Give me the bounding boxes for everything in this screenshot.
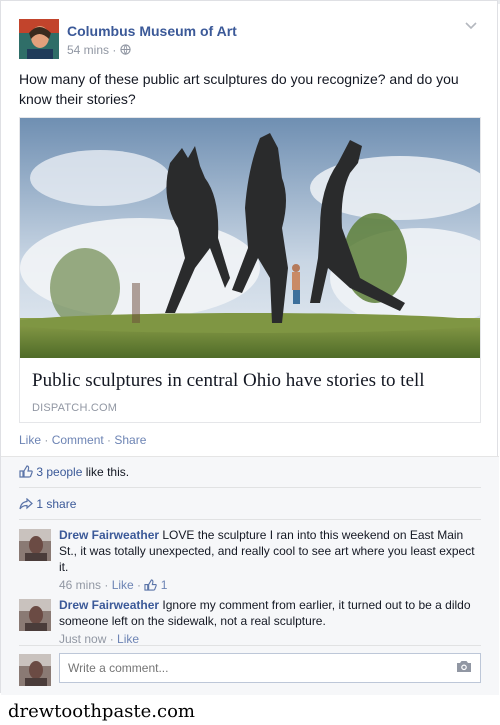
comment-author[interactable]: Drew Fairweather — [59, 528, 159, 542]
chevron-down-icon[interactable] — [465, 19, 477, 33]
comment-meta: 46 mins · Like · 1 — [59, 578, 168, 592]
comment-link[interactable]: Comment — [52, 433, 104, 447]
post-text: How many of these public art sculptures … — [19, 71, 459, 107]
divider — [19, 487, 481, 488]
post-timestamp[interactable]: 54 mins — [67, 43, 109, 57]
comment-time[interactable]: 46 mins — [59, 578, 101, 592]
post-actions: Like · Comment · Share — [19, 433, 146, 447]
post-meta: 54 mins · — [67, 43, 131, 57]
link-image[interactable] — [20, 118, 480, 358]
camera-icon[interactable] — [456, 660, 472, 678]
comment-like-link[interactable]: Like — [117, 632, 139, 646]
watermark-text: drewtoothpaste.com — [8, 701, 196, 722]
comment-body: Drew Fairweather Ignore my comment from … — [59, 597, 479, 647]
likes-suffix: like this. — [82, 465, 130, 479]
commenter-avatar[interactable] — [19, 529, 51, 561]
action-separator: · — [103, 433, 115, 447]
page-avatar[interactable] — [19, 19, 59, 59]
thumbs-up-icon — [144, 579, 158, 591]
globe-icon — [120, 43, 131, 57]
link-title[interactable]: Public sculptures in central Ohio have s… — [32, 370, 425, 392]
comment-author[interactable]: Drew Fairweather — [59, 598, 159, 612]
comment-like-count[interactable]: 1 — [144, 578, 167, 592]
comment-composer[interactable] — [59, 653, 481, 683]
thumbs-up-icon — [19, 465, 36, 479]
divider — [19, 645, 481, 646]
page-name-link[interactable]: Columbus Museum of Art — [67, 23, 237, 39]
like-link[interactable]: Like — [19, 433, 41, 447]
link-preview[interactable]: Public sculptures in central Ohio have s… — [19, 117, 481, 423]
meta-separator: · — [112, 43, 117, 57]
comment-input[interactable] — [66, 660, 450, 676]
comment-time[interactable]: Just now — [59, 632, 106, 646]
divider — [19, 519, 481, 520]
comment-like-link[interactable]: Like — [112, 578, 134, 592]
action-separator: · — [41, 433, 52, 447]
link-domain: DISPATCH.COM — [32, 402, 118, 414]
likes-summary: 3 people like this. — [19, 465, 129, 479]
shares-summary[interactable]: 1 share — [19, 497, 76, 511]
shares-count[interactable]: 1 share — [36, 497, 76, 511]
viewer-avatar[interactable] — [19, 654, 51, 686]
like-count-value: 1 — [160, 578, 168, 592]
comment-body: Drew Fairweather LOVE the sculpture I ra… — [59, 527, 479, 593]
share-arrow-icon — [19, 497, 36, 511]
post-card: Columbus Museum of Art 54 mins · How man… — [0, 0, 499, 695]
share-link[interactable]: Share — [114, 433, 146, 447]
likers-link[interactable]: 3 people — [36, 465, 82, 479]
commenter-avatar[interactable] — [19, 599, 51, 631]
